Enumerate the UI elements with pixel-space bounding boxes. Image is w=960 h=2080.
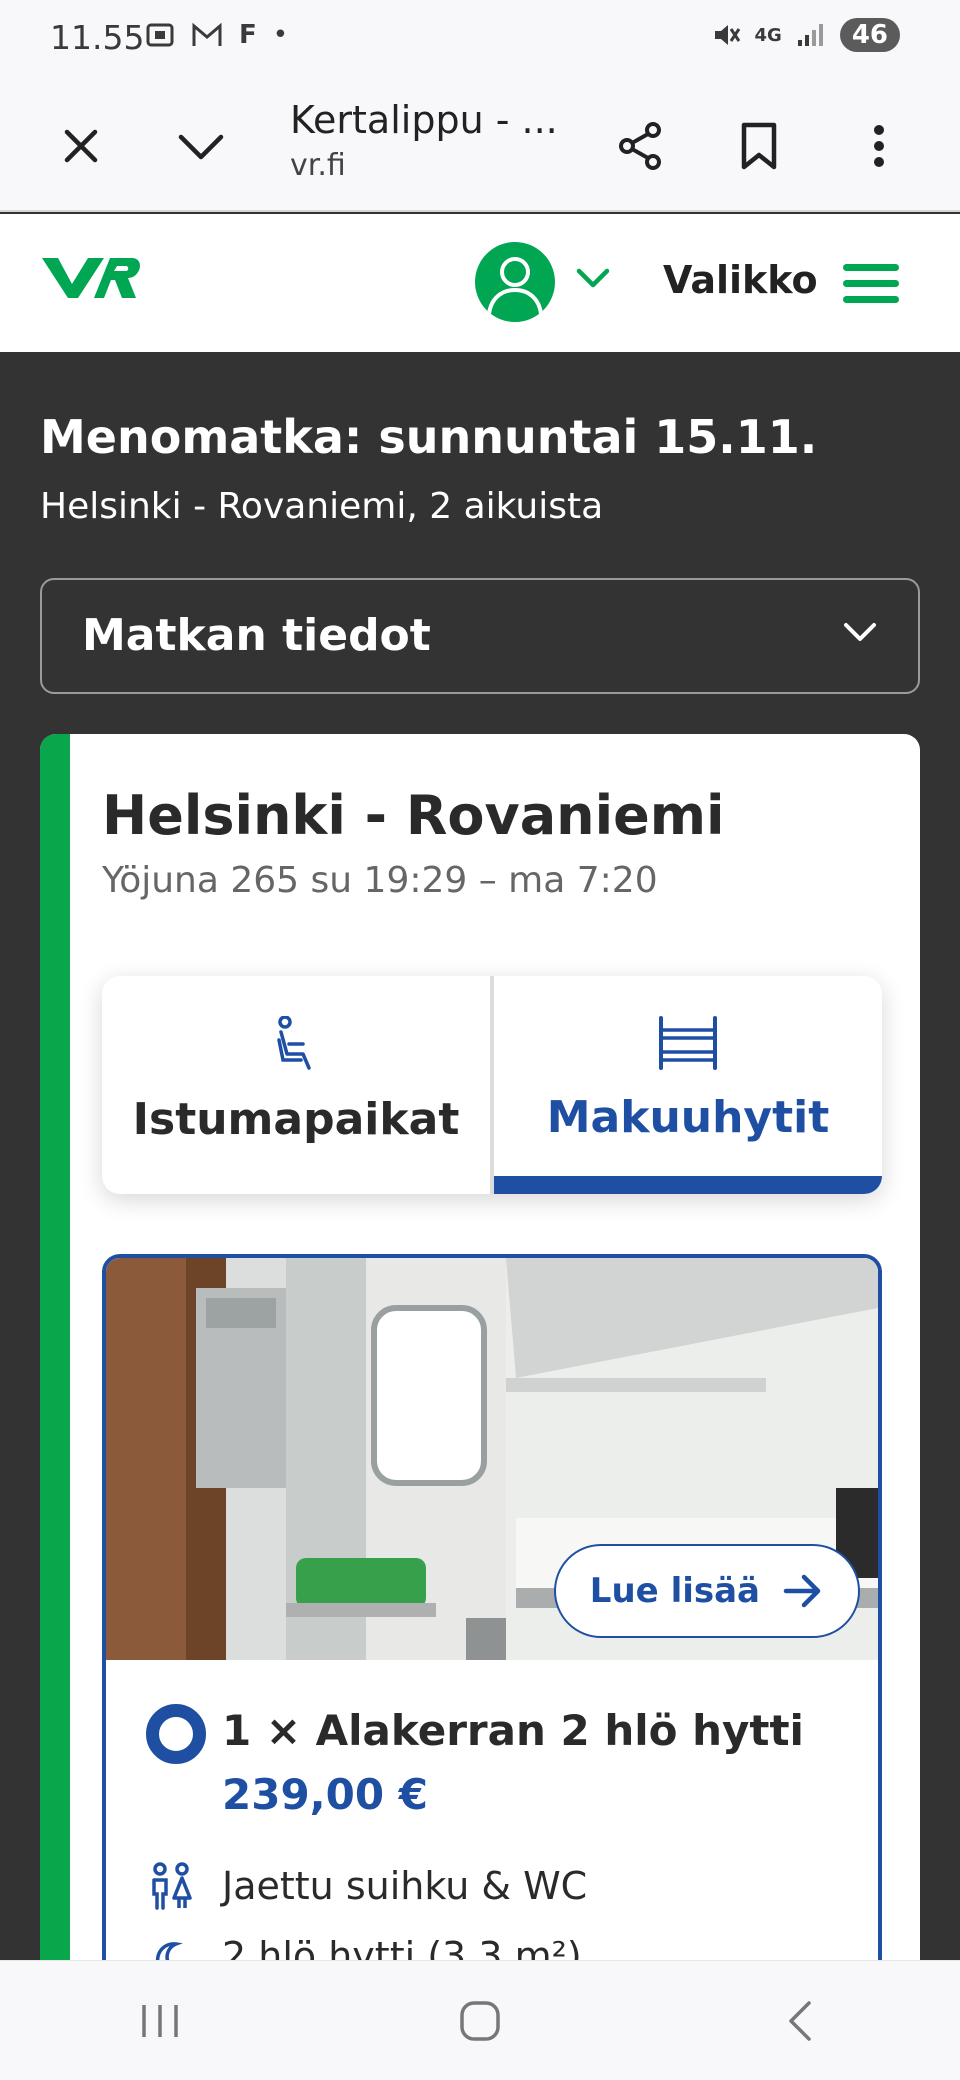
battery-badge: 46 — [839, 18, 900, 52]
recent-apps-button[interactable] — [100, 1971, 220, 2071]
back-icon — [789, 2000, 811, 2041]
card-accent-stripe — [40, 734, 70, 2080]
f-icon: F — [239, 20, 257, 50]
user-avatar-button[interactable] — [475, 242, 555, 322]
hamburger-menu-icon[interactable] — [843, 264, 899, 304]
seat-type-tabs: Istumapaikat Makuuhytit — [102, 976, 882, 1194]
page-url: vr.fi — [290, 148, 346, 183]
cabin-price: 239,00 € — [222, 1770, 428, 1819]
tab-istumapaikat[interactable]: Istumapaikat — [102, 976, 490, 1194]
share-button[interactable] — [605, 110, 677, 182]
cabin-radio-button[interactable] — [146, 1704, 206, 1764]
chevron-down-icon — [178, 134, 224, 160]
more-options-button[interactable] — [843, 110, 915, 182]
vr-logo[interactable] — [40, 254, 142, 306]
status-right-icons: 4G 46 — [711, 18, 900, 52]
site-header: Valikko — [0, 214, 960, 352]
tab-info[interactable]: Kertalippu - ... vr.fi — [290, 98, 590, 183]
tab-makuuhytit[interactable]: Makuuhytit — [490, 976, 882, 1194]
browser-toolbar: Kertalippu - ... vr.fi — [0, 80, 960, 212]
system-nav-bar — [0, 1960, 960, 2080]
shower-wc-icon — [152, 1862, 192, 1910]
close-tab-button[interactable] — [45, 110, 117, 182]
bookmark-button[interactable] — [723, 110, 795, 182]
network-label: 4G — [754, 24, 782, 46]
tab-title: Kertalippu - ... — [290, 98, 558, 142]
chevron-down-icon — [576, 268, 610, 288]
vr-logo-icon — [42, 258, 140, 298]
gmail-icon — [192, 22, 222, 46]
read-more-label: Lue lisää — [589, 1571, 760, 1611]
more-vert-icon — [874, 125, 884, 167]
recent-apps-icon — [142, 2004, 178, 2037]
train-info: Yöjuna 265 su 19:29 – ma 7:20 — [102, 860, 658, 901]
feature-shower-wc: Jaettu suihku & WC — [222, 1864, 588, 1908]
menu-label[interactable]: Valikko — [663, 258, 818, 302]
trip-details-accordion[interactable]: Matkan tiedot — [40, 578, 920, 694]
signal-icon — [797, 24, 823, 46]
status-bar: 11.55 F • 4G 46 — [0, 0, 960, 80]
home-button[interactable] — [420, 1971, 540, 2071]
cabin-option-card[interactable]: Lue lisää 1 × Alakerran 2 hlö hytti 239,… — [102, 1254, 882, 2080]
tab-label: Makuuhytit — [546, 1092, 830, 1143]
tab-label: Istumapaikat — [132, 1094, 460, 1145]
train-card: Helsinki - Rovaniemi Yöjuna 265 su 19:29… — [40, 734, 920, 2080]
home-icon — [460, 2000, 500, 2041]
bookmark-icon — [741, 122, 777, 170]
arrow-right-icon — [783, 1574, 821, 1608]
bunk-bed-icon — [659, 1016, 717, 1070]
train-route: Helsinki - Rovaniemi — [102, 784, 725, 847]
dot-icon: • — [272, 20, 289, 50]
collapse-toolbar-button[interactable] — [165, 110, 237, 182]
read-more-button[interactable]: Lue lisää — [553, 1544, 860, 1638]
status-time: 11.55 — [50, 18, 145, 57]
back-button[interactable] — [740, 1971, 860, 2071]
account-menu-toggle[interactable] — [575, 266, 611, 294]
cabin-option-title: 1 × Alakerran 2 hlö hytti — [222, 1706, 804, 1755]
screenshot-icon — [146, 23, 174, 47]
seat-icon — [277, 1016, 311, 1070]
close-icon — [64, 129, 98, 163]
trip-details-label: Matkan tiedot — [82, 610, 431, 661]
share-icon — [619, 122, 661, 170]
trip-subtitle: Helsinki - Rovaniemi, 2 aikuista — [40, 486, 604, 527]
mute-icon — [714, 25, 740, 45]
user-icon — [487, 257, 543, 315]
chevron-down-icon — [842, 620, 878, 648]
trip-title: Menomatka: sunnuntai 15.11. — [40, 410, 818, 464]
status-left-icons: F • — [145, 20, 288, 50]
